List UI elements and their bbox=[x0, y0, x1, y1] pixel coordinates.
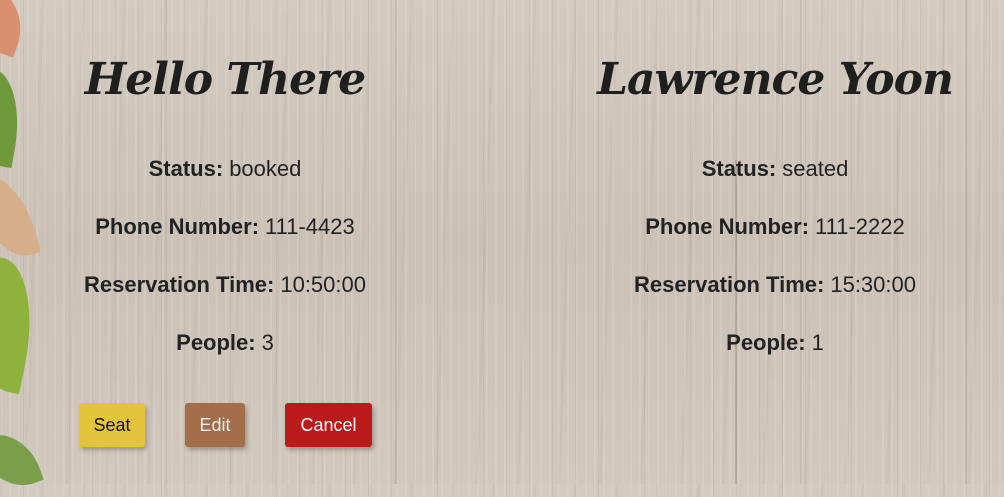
status-label: Status: bbox=[148, 156, 224, 181]
reservation-card: Lawrence Yoon Status: seated Phone Numbe… bbox=[575, 40, 975, 387]
time-value: 10:50:00 bbox=[280, 272, 366, 297]
status-row: Status: seated bbox=[575, 155, 975, 213]
phone-row: Phone Number: 111-2222 bbox=[575, 213, 975, 271]
reservation-actions: Seat Edit Cancel bbox=[79, 403, 372, 447]
status-value: booked bbox=[229, 156, 302, 181]
status-label: Status: bbox=[701, 156, 777, 181]
time-row: Reservation Time: 10:50:00 bbox=[25, 271, 425, 329]
reservation-card: Hello There Status: booked Phone Number:… bbox=[25, 40, 425, 447]
time-value: 15:30:00 bbox=[830, 272, 916, 297]
people-label: People: bbox=[176, 330, 256, 355]
reservation-name: Lawrence Yoon bbox=[597, 54, 954, 105]
phone-row: Phone Number: 111-4423 bbox=[25, 213, 425, 271]
edit-button[interactable]: Edit bbox=[185, 403, 245, 447]
time-row: Reservation Time: 15:30:00 bbox=[575, 271, 975, 329]
time-label: Reservation Time: bbox=[634, 272, 825, 297]
cancel-button[interactable]: Cancel bbox=[285, 403, 372, 447]
status-value: seated bbox=[782, 156, 849, 181]
status-row: Status: booked bbox=[25, 155, 425, 213]
people-value: 3 bbox=[261, 330, 274, 355]
people-value: 1 bbox=[811, 330, 824, 355]
people-row: People: 1 bbox=[575, 329, 975, 387]
seat-button[interactable]: Seat bbox=[79, 403, 145, 447]
people-row: People: 3 bbox=[25, 329, 425, 387]
phone-value: 111-4423 bbox=[265, 214, 355, 239]
reservation-name: Hello There bbox=[84, 54, 367, 105]
people-label: People: bbox=[726, 330, 806, 355]
time-label: Reservation Time: bbox=[84, 272, 275, 297]
phone-value: 111-2222 bbox=[815, 214, 905, 239]
phone-label: Phone Number: bbox=[645, 214, 810, 239]
phone-label: Phone Number: bbox=[95, 214, 260, 239]
